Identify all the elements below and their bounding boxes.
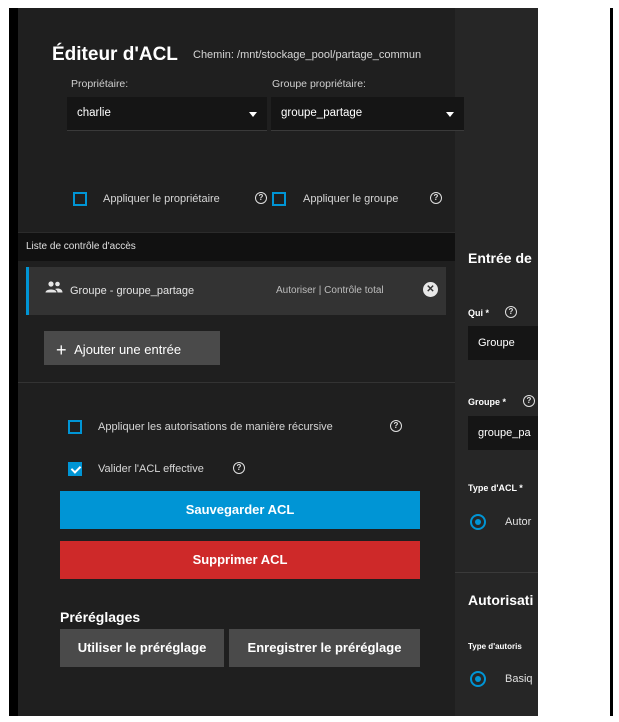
divider [455, 572, 538, 573]
who-select[interactable]: Groupe [468, 326, 538, 360]
apply-owner-label: Appliquer le propriétaire [103, 193, 220, 205]
owner-group-label: Groupe propriétaire: [272, 78, 366, 90]
chevron-down-icon [446, 112, 454, 117]
owner-value: charlie [77, 107, 111, 119]
add-entry-label: Ajouter une entrée [74, 342, 182, 357]
owner-select[interactable]: charlie [67, 97, 267, 131]
entry-panel-title: Entrée de [468, 250, 532, 266]
page-title: Éditeur d'ACL [52, 44, 178, 65]
chevron-down-icon [249, 112, 257, 117]
group-label: Groupe * [468, 397, 507, 407]
acl-entry-permission: Autoriser | Contrôle total [276, 285, 384, 296]
use-preset-button[interactable]: Utiliser le préréglage [60, 629, 224, 667]
delete-acl-button[interactable]: Supprimer ACL [60, 541, 420, 579]
blank-area [538, 8, 611, 716]
help-icon[interactable]: ? [255, 192, 267, 204]
apply-group-checkbox[interactable] [272, 192, 286, 206]
who-label: Qui * [468, 308, 490, 318]
permission-type-option: Basiq [505, 673, 533, 685]
apply-group-label: Appliquer le groupe [303, 193, 399, 205]
acl-type-radio[interactable] [470, 514, 486, 530]
owner-group-value: groupe_partage [281, 107, 363, 119]
apply-owner-checkbox[interactable] [73, 192, 87, 206]
recursive-label: Appliquer les autorisations de manière r… [98, 421, 333, 433]
help-icon[interactable]: ? [233, 462, 245, 474]
permission-type-radio[interactable] [470, 671, 486, 687]
help-icon[interactable]: ? [390, 420, 402, 432]
save-preset-button[interactable]: Enregistrer le préréglage [229, 629, 420, 667]
acl-type-label: Type d'ACL * [468, 483, 523, 493]
help-icon[interactable]: ? [505, 306, 517, 318]
frame-left-border [9, 8, 18, 716]
people-icon [45, 281, 63, 293]
dataset-path: Chemin: /mnt/stockage_pool/partage_commu… [193, 49, 422, 61]
acl-list-heading: Liste de contrôle d'accès [26, 241, 136, 252]
validate-label: Valider l'ACL effective [98, 463, 204, 475]
permissions-title: Autorisati [468, 592, 534, 608]
help-icon[interactable]: ? [430, 192, 442, 204]
help-icon[interactable]: ? [523, 395, 535, 407]
frame-right-border [610, 8, 613, 716]
plus-icon: + [56, 340, 67, 360]
recursive-checkbox[interactable] [68, 420, 82, 434]
group-select[interactable]: groupe_pa [468, 416, 538, 450]
close-icon[interactable]: ✕ [423, 282, 438, 297]
owner-group-select[interactable]: groupe_partage [271, 97, 464, 131]
acl-entry-name: Groupe - groupe_partage [70, 285, 195, 297]
presets-title: Préréglages [60, 609, 141, 625]
save-acl-button[interactable]: Sauvegarder ACL [60, 491, 420, 529]
divider [18, 382, 455, 383]
owner-label: Propriétaire: [71, 78, 129, 90]
validate-checkbox[interactable] [68, 462, 82, 476]
acl-type-option: Autor [505, 516, 532, 528]
permission-type-label: Type d'autoris [468, 642, 522, 651]
add-entry-button[interactable]: + Ajouter une entrée [44, 331, 220, 365]
